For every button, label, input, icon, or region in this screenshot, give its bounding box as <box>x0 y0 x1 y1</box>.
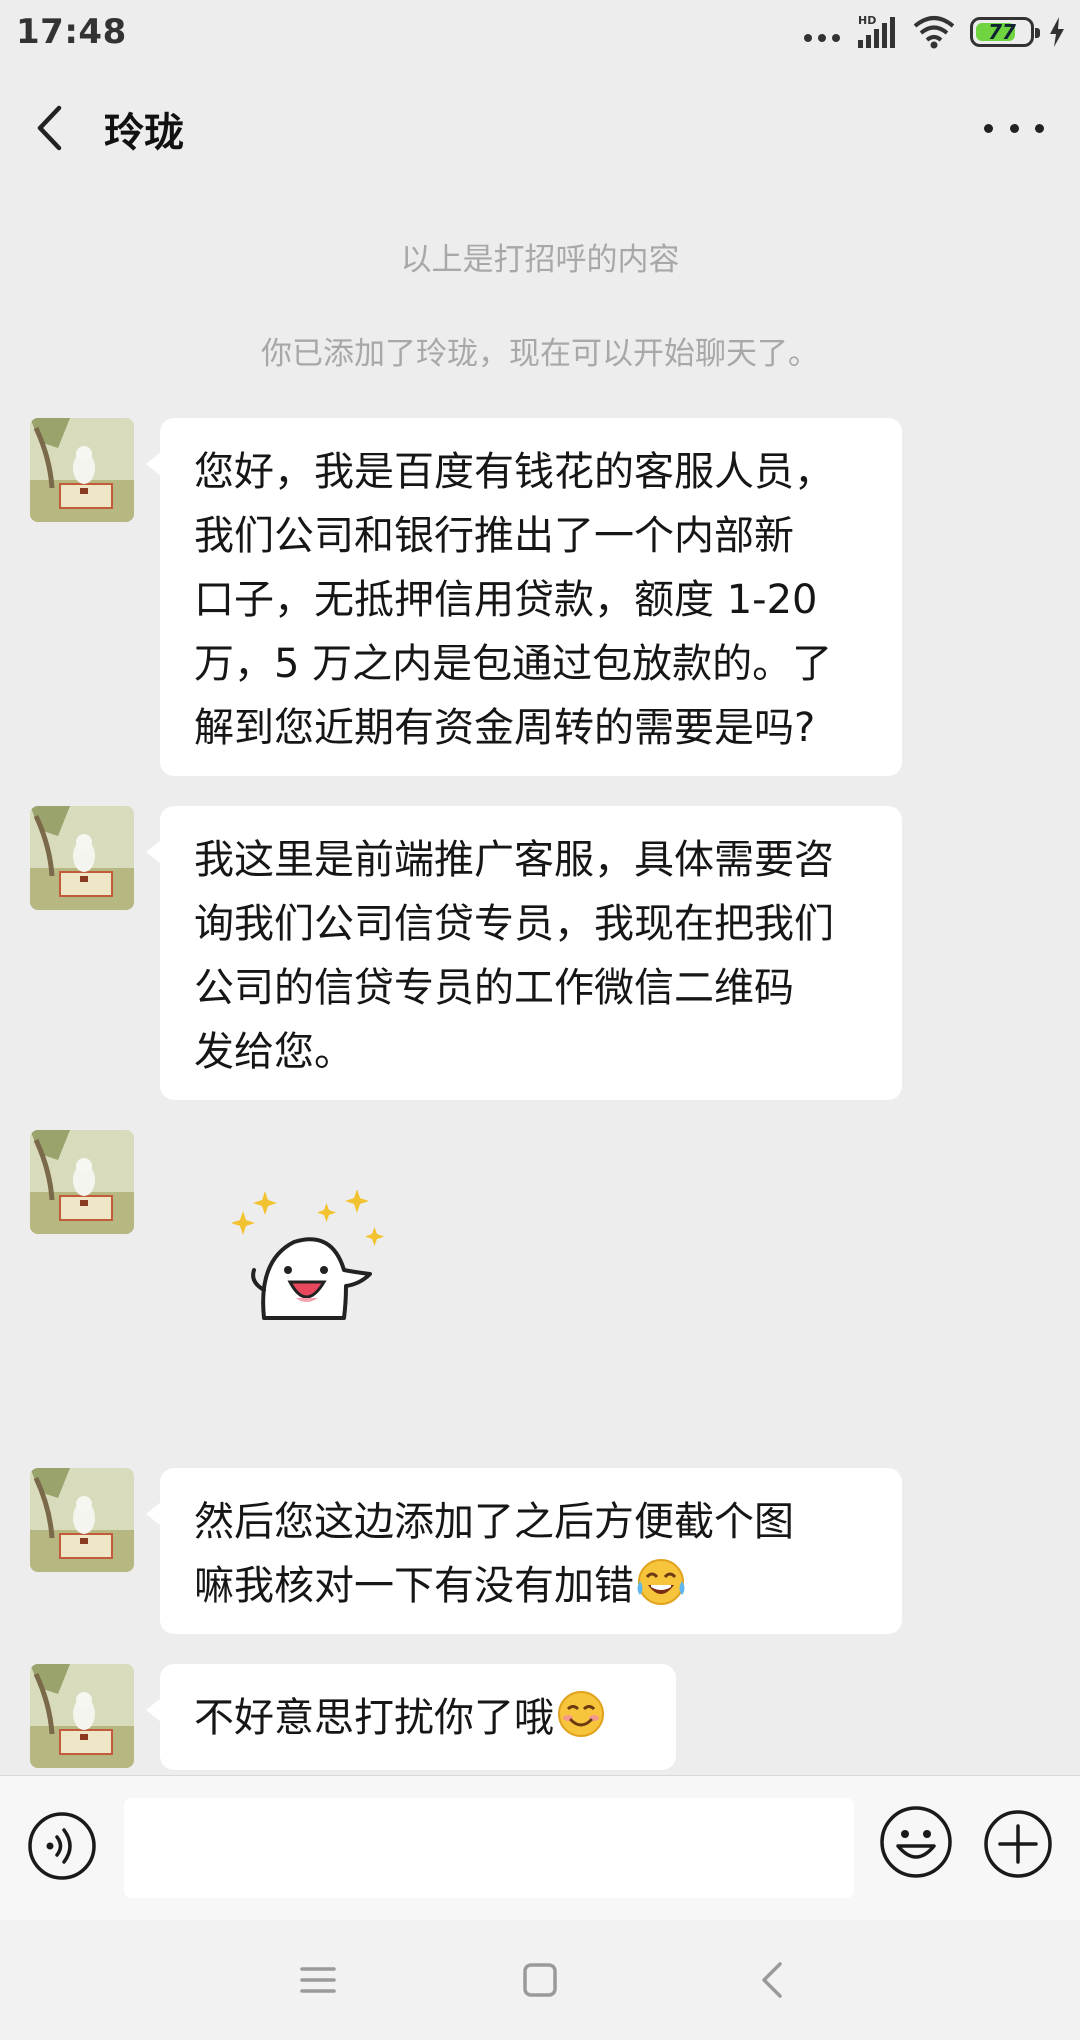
message-list[interactable]: 以上是打招呼的内容 你已添加了玲珑，现在可以开始聊天了。 您好，我是百度有钱花的… <box>0 190 1080 1775</box>
status-icons: HD 77 <box>804 12 1066 52</box>
contact-avatar[interactable] <box>30 806 134 910</box>
system-nav-bar <box>0 1920 1080 2040</box>
battery-icon: 77 <box>970 17 1040 47</box>
happy-ghost-sticker[interactable] <box>232 1190 402 1320</box>
wifi-icon <box>913 16 955 49</box>
signal-icon: HD <box>858 14 895 48</box>
message-bubble[interactable]: 不好意思打扰你了哦 <box>146 1664 676 1770</box>
message-text: 然后您这边添加了之后方便截个图 嘛我核对一下有没有加错 <box>194 1499 794 1609</box>
contact-avatar[interactable] <box>30 1468 134 1572</box>
status-time: 17:48 <box>16 12 127 52</box>
chat-title: 玲珑 <box>104 110 184 156</box>
recent-apps-icon[interactable] <box>298 1960 338 2000</box>
chevron-left-icon <box>37 105 62 151</box>
message-bubble[interactable]: 您好，我是百度有钱花的客服人员， 我们公司和银行推出了一个内部新 口子，无抵押信… <box>146 418 902 776</box>
system-back-icon[interactable] <box>752 1958 792 2002</box>
more-notifications-icon <box>804 12 840 52</box>
chat-header: 玲珑 <box>0 64 1080 190</box>
system-message: 你已添加了玲珑，现在可以开始聊天了。 <box>261 336 819 372</box>
status-bar: 17:48 HD 77 <box>0 0 1080 64</box>
emoji-picker-icon[interactable] <box>878 1804 954 1880</box>
contact-avatar[interactable] <box>30 1664 134 1768</box>
network-label: HD <box>858 14 876 27</box>
back-button[interactable] <box>22 100 78 156</box>
battery-level: 77 <box>988 20 1016 44</box>
home-icon[interactable] <box>520 1958 560 2002</box>
message-bubble[interactable]: 然后您这边添加了之后方便截个图 嘛我核对一下有没有加错 <box>146 1468 902 1634</box>
message-text: 不好意思打扰你了哦 <box>194 1695 554 1741</box>
message-input[interactable] <box>124 1798 854 1898</box>
contact-avatar[interactable] <box>30 418 134 522</box>
system-message: 以上是打招呼的内容 <box>400 242 680 278</box>
smiling-face-emoji <box>558 1691 604 1737</box>
input-bar <box>0 1775 1080 1920</box>
contact-avatar[interactable] <box>30 1130 134 1234</box>
more-options-button[interactable] <box>984 108 1044 148</box>
voice-input-icon[interactable] <box>26 1810 98 1882</box>
charging-icon <box>1050 17 1064 47</box>
tears-of-joy-emoji <box>637 1559 685 1605</box>
message-bubble[interactable]: 我这里是前端推广客服，具体需要咨 询我们公司信贷专员，我现在把我们 公司的信贷专… <box>146 806 902 1100</box>
more-functions-icon[interactable] <box>982 1808 1054 1880</box>
